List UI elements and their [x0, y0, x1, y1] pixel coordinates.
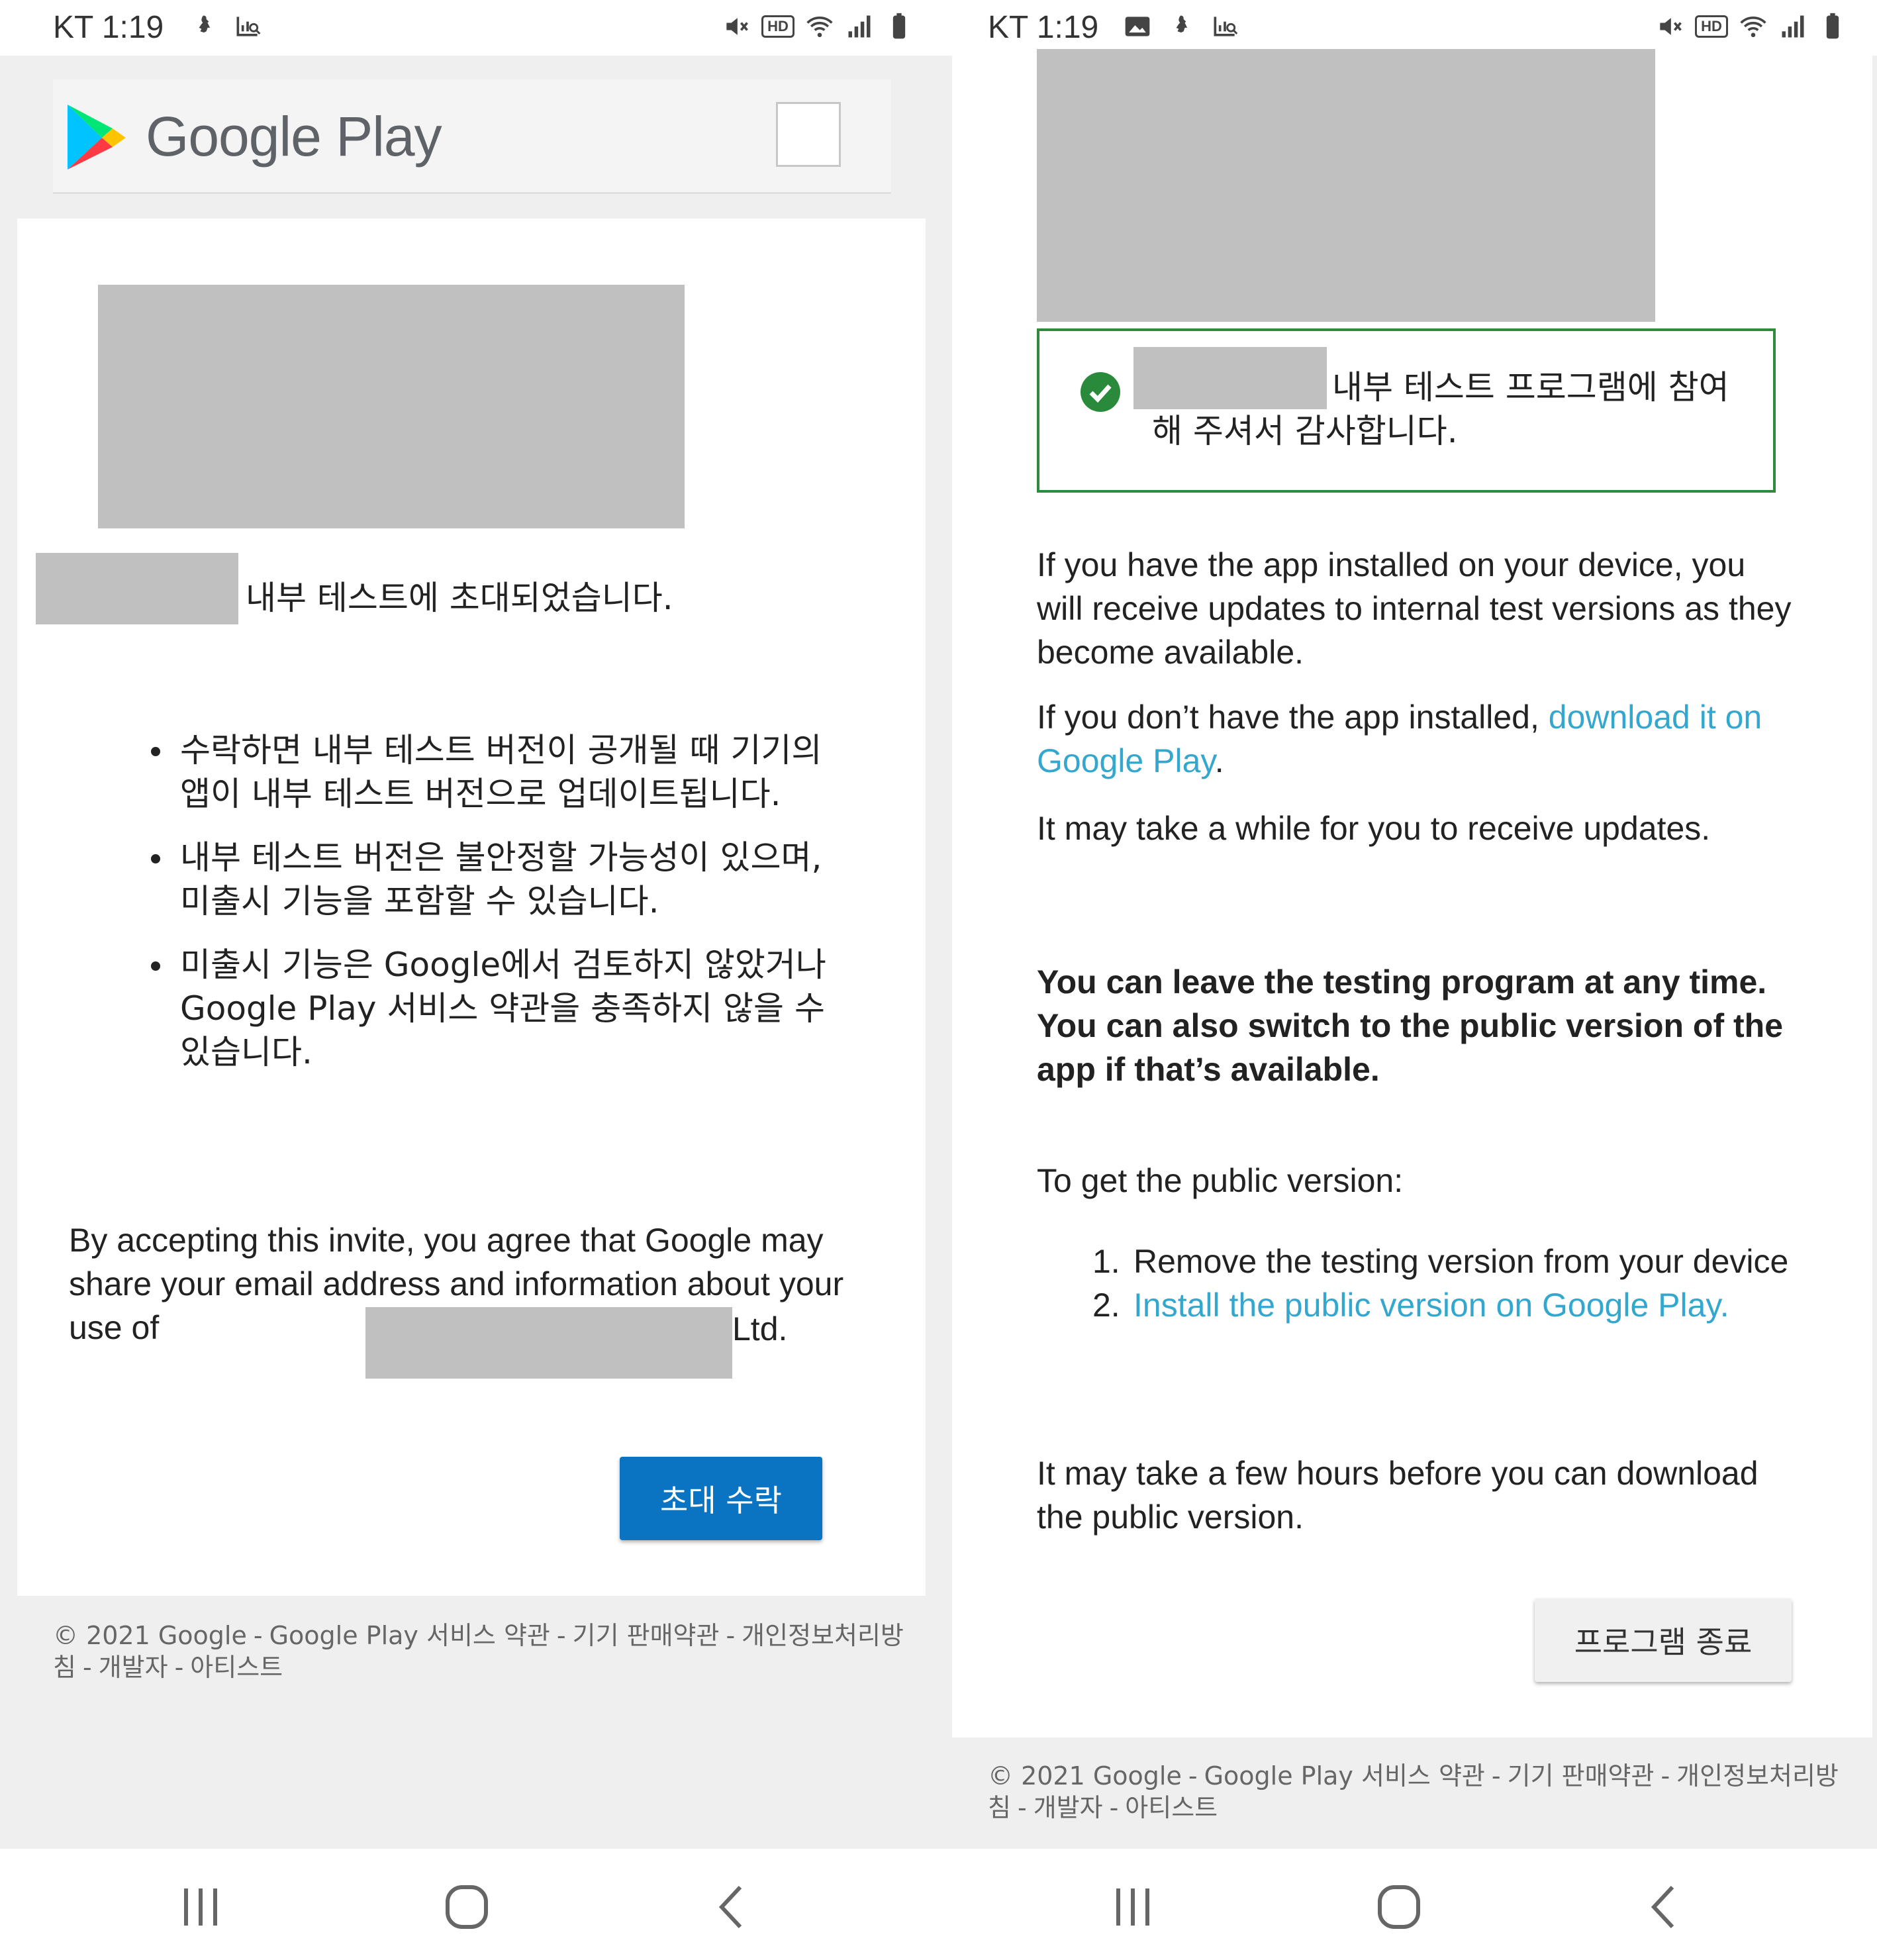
list-item: 수락하면 내부 테스트 버전이 공개될 때 기기의 앱이 내부 테스트 버전으로… — [147, 728, 849, 816]
back-icon[interactable] — [702, 1883, 761, 1931]
footer: © 2021 Google - Google Play 서비스 약관 - 기기 판매약관… — [53, 1621, 904, 1682]
leave-program-notice: You can leave the testing program at any… — [1037, 963, 1784, 1088]
invite-heading: 내부 테스트에 초대되었습니다. — [246, 579, 673, 617]
list-item: 내부 테스트 버전은 불안정할 가능성이 있으며, 미출시 기능을 포함할 수 … — [147, 836, 849, 923]
status-carrier-time: KT 1:19 — [988, 10, 1099, 45]
wifi-icon — [806, 16, 833, 38]
check-circle-icon — [1081, 372, 1120, 412]
footer-link-terms[interactable]: Google Play 서비스 약관 — [1204, 1761, 1485, 1790]
battery-icon — [892, 13, 906, 39]
thanks-card: 내부 테스트 프로그램에 참여해 주셔서 감사합니다. If you have … — [952, 49, 1872, 1738]
analytics-icon — [236, 17, 261, 36]
footer-copyright: © 2021 Google — [53, 1621, 247, 1650]
status-bar: KT 1:19 HD — [0, 0, 943, 56]
app-icon-redacted — [1037, 49, 1655, 322]
google-play-logo-icon — [68, 105, 126, 170]
menu-checkbox[interactable] — [776, 102, 841, 167]
home-icon[interactable] — [1369, 1883, 1429, 1931]
wifi-icon — [1740, 16, 1766, 38]
mute-icon — [1660, 18, 1682, 35]
signal-icon — [1782, 15, 1804, 38]
success-message-box: 내부 테스트 프로그램에 참여해 주셔서 감사합니다. — [1037, 328, 1776, 493]
public-version-delay-text: It may take a few hours before you can d… — [1037, 1455, 1758, 1536]
battery-icon — [1826, 13, 1839, 39]
footer-copyright: © 2021 Google — [988, 1761, 1182, 1790]
installed-info-text: If you have the app installed on your de… — [1037, 546, 1792, 671]
footer-link-artists[interactable]: 아티스트 — [1125, 1793, 1218, 1822]
signal-icon — [848, 15, 871, 38]
hd-icon: HD — [761, 15, 794, 38]
footer: © 2021 Google - Google Play 서비스 약관 - 기기 판매약관… — [988, 1761, 1839, 1822]
google-play-header: Google Play — [53, 79, 891, 194]
status-carrier-time: KT 1:19 — [53, 10, 164, 45]
public-version-intro: To get the public version: — [1037, 1162, 1404, 1199]
footer-link-terms[interactable]: Google Play 서비스 약관 — [269, 1621, 550, 1650]
footer-link-device-terms[interactable]: 기기 판매약관 — [1508, 1761, 1655, 1790]
invite-card: 내부 테스트에 초대되었습니다. 수락하면 내부 테스트 버전이 공개될 때 기… — [17, 219, 926, 1596]
google-play-wordmark: Google Play — [146, 105, 442, 168]
analytics-icon — [1214, 17, 1238, 36]
invite-info-list: 수락하면 내부 테스트 버전이 공개될 때 기기의 앱이 내부 테스트 버전으로… — [147, 728, 849, 1094]
footer-link-developers[interactable]: 개발자 — [1034, 1793, 1103, 1822]
app-name-redacted — [36, 553, 238, 624]
navigation-bar — [943, 1849, 1877, 1960]
company-name-redacted — [365, 1307, 732, 1379]
download-info-text: If you don’t have the app installed, dow… — [1037, 699, 1762, 779]
list-item: 미출시 기능은 Google에서 검토하지 않았거나 Google Play 서… — [147, 943, 849, 1074]
status-bar: KT 1:19 HD — [943, 0, 1877, 56]
recents-icon[interactable] — [171, 1883, 230, 1931]
consent-suffix: Ltd. — [732, 1310, 788, 1348]
notification-icon — [199, 15, 211, 33]
notification-icon — [1176, 15, 1188, 33]
recents-icon[interactable] — [1103, 1883, 1163, 1931]
right-phone-screen: KT 1:19 HD 내부 테스트 프로그램에 참여해 주셔서 감사합니다. I… — [943, 0, 1877, 1960]
leave-program-button[interactable]: 프로그램 종료 — [1535, 1598, 1792, 1682]
mute-icon — [726, 18, 748, 35]
left-phone-screen: KT 1:19 HD Google Play 내부 테스트에 초대되었습니다. … — [0, 0, 943, 1960]
footer-link-developers[interactable]: 개발자 — [99, 1653, 168, 1682]
app-icon-redacted — [98, 285, 685, 528]
list-item: 2. Install the public version on Google P… — [1092, 1287, 1729, 1324]
home-icon[interactable] — [437, 1883, 497, 1931]
hd-icon: HD — [1695, 15, 1728, 38]
back-icon[interactable] — [1634, 1883, 1694, 1931]
public-version-steps: 1. Remove the testing version from your d… — [1092, 1240, 1794, 1327]
footer-link-artists[interactable]: 아티스트 — [190, 1653, 283, 1682]
updates-delay-text: It may take a while for you to receive u… — [1037, 810, 1711, 847]
footer-link-device-terms[interactable]: 기기 판매약관 — [573, 1621, 720, 1650]
thanks-message: 내부 테스트 프로그램에 참여해 주셔서 감사합니다. — [1152, 368, 1729, 450]
list-item: 1. Remove the testing version from your d… — [1092, 1243, 1789, 1280]
navigation-bar — [0, 1849, 943, 1960]
accept-invite-button[interactable]: 초대 수락 — [620, 1457, 822, 1540]
install-public-version-link[interactable]: Install the public version on Google Pla… — [1133, 1287, 1729, 1324]
image-icon — [1125, 17, 1150, 36]
